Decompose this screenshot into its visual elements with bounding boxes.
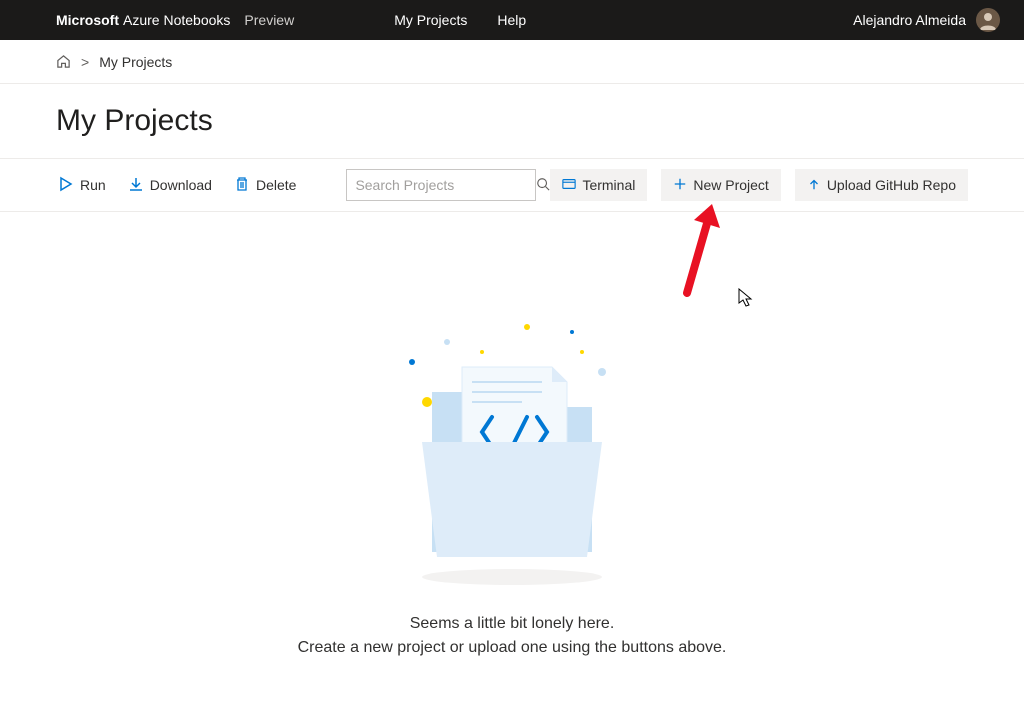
nav-help[interactable]: Help — [497, 12, 526, 28]
trash-icon — [234, 176, 250, 195]
home-icon[interactable] — [56, 54, 71, 69]
upload-icon — [807, 177, 821, 194]
search-input[interactable] — [355, 177, 536, 193]
page-title: My Projects — [56, 104, 1024, 138]
empty-line2: Create a new project or upload one using… — [298, 636, 727, 660]
delete-label: Delete — [256, 177, 296, 193]
toolbar: Run Download Delete Terminal New — [0, 159, 1024, 212]
folder-illustration-icon — [372, 312, 652, 592]
run-label: Run — [80, 177, 106, 193]
brand-bold: Microsoft — [56, 12, 119, 28]
empty-line1: Seems a little bit lonely here. — [298, 612, 727, 636]
download-button[interactable]: Download — [126, 172, 214, 199]
top-header: Microsoft Azure Notebooks Preview My Pro… — [0, 0, 1024, 40]
terminal-button[interactable]: Terminal — [550, 169, 647, 201]
user-area[interactable]: Alejandro Almeida — [853, 8, 1000, 32]
page-header: My Projects — [0, 84, 1024, 159]
empty-state: Seems a little bit lonely here. Create a… — [0, 212, 1024, 660]
search-box[interactable] — [346, 169, 536, 201]
brand[interactable]: Microsoft Azure Notebooks Preview — [56, 12, 294, 28]
search-icon — [536, 177, 550, 194]
download-icon — [128, 176, 144, 195]
terminal-icon — [562, 177, 576, 194]
avatar — [976, 8, 1000, 32]
nav-my-projects[interactable]: My Projects — [394, 12, 467, 28]
upload-repo-button[interactable]: Upload GitHub Repo — [795, 169, 968, 201]
nav-links: My Projects Help — [394, 12, 526, 28]
run-button[interactable]: Run — [56, 172, 108, 199]
empty-text: Seems a little bit lonely here. Create a… — [298, 612, 727, 660]
upload-repo-label: Upload GitHub Repo — [827, 177, 956, 193]
new-project-button[interactable]: New Project — [661, 169, 780, 201]
breadcrumb-current[interactable]: My Projects — [99, 54, 172, 70]
breadcrumb-separator: > — [81, 54, 89, 70]
user-name: Alejandro Almeida — [853, 12, 966, 28]
brand-preview: Preview — [244, 12, 294, 28]
play-icon — [58, 176, 74, 195]
toolbar-left: Run Download Delete — [56, 172, 298, 199]
plus-icon — [673, 177, 687, 194]
new-project-label: New Project — [693, 177, 768, 193]
breadcrumb: > My Projects — [0, 40, 1024, 84]
brand-rest: Azure Notebooks — [123, 12, 230, 28]
delete-button[interactable]: Delete — [232, 172, 298, 199]
download-label: Download — [150, 177, 212, 193]
terminal-label: Terminal — [582, 177, 635, 193]
